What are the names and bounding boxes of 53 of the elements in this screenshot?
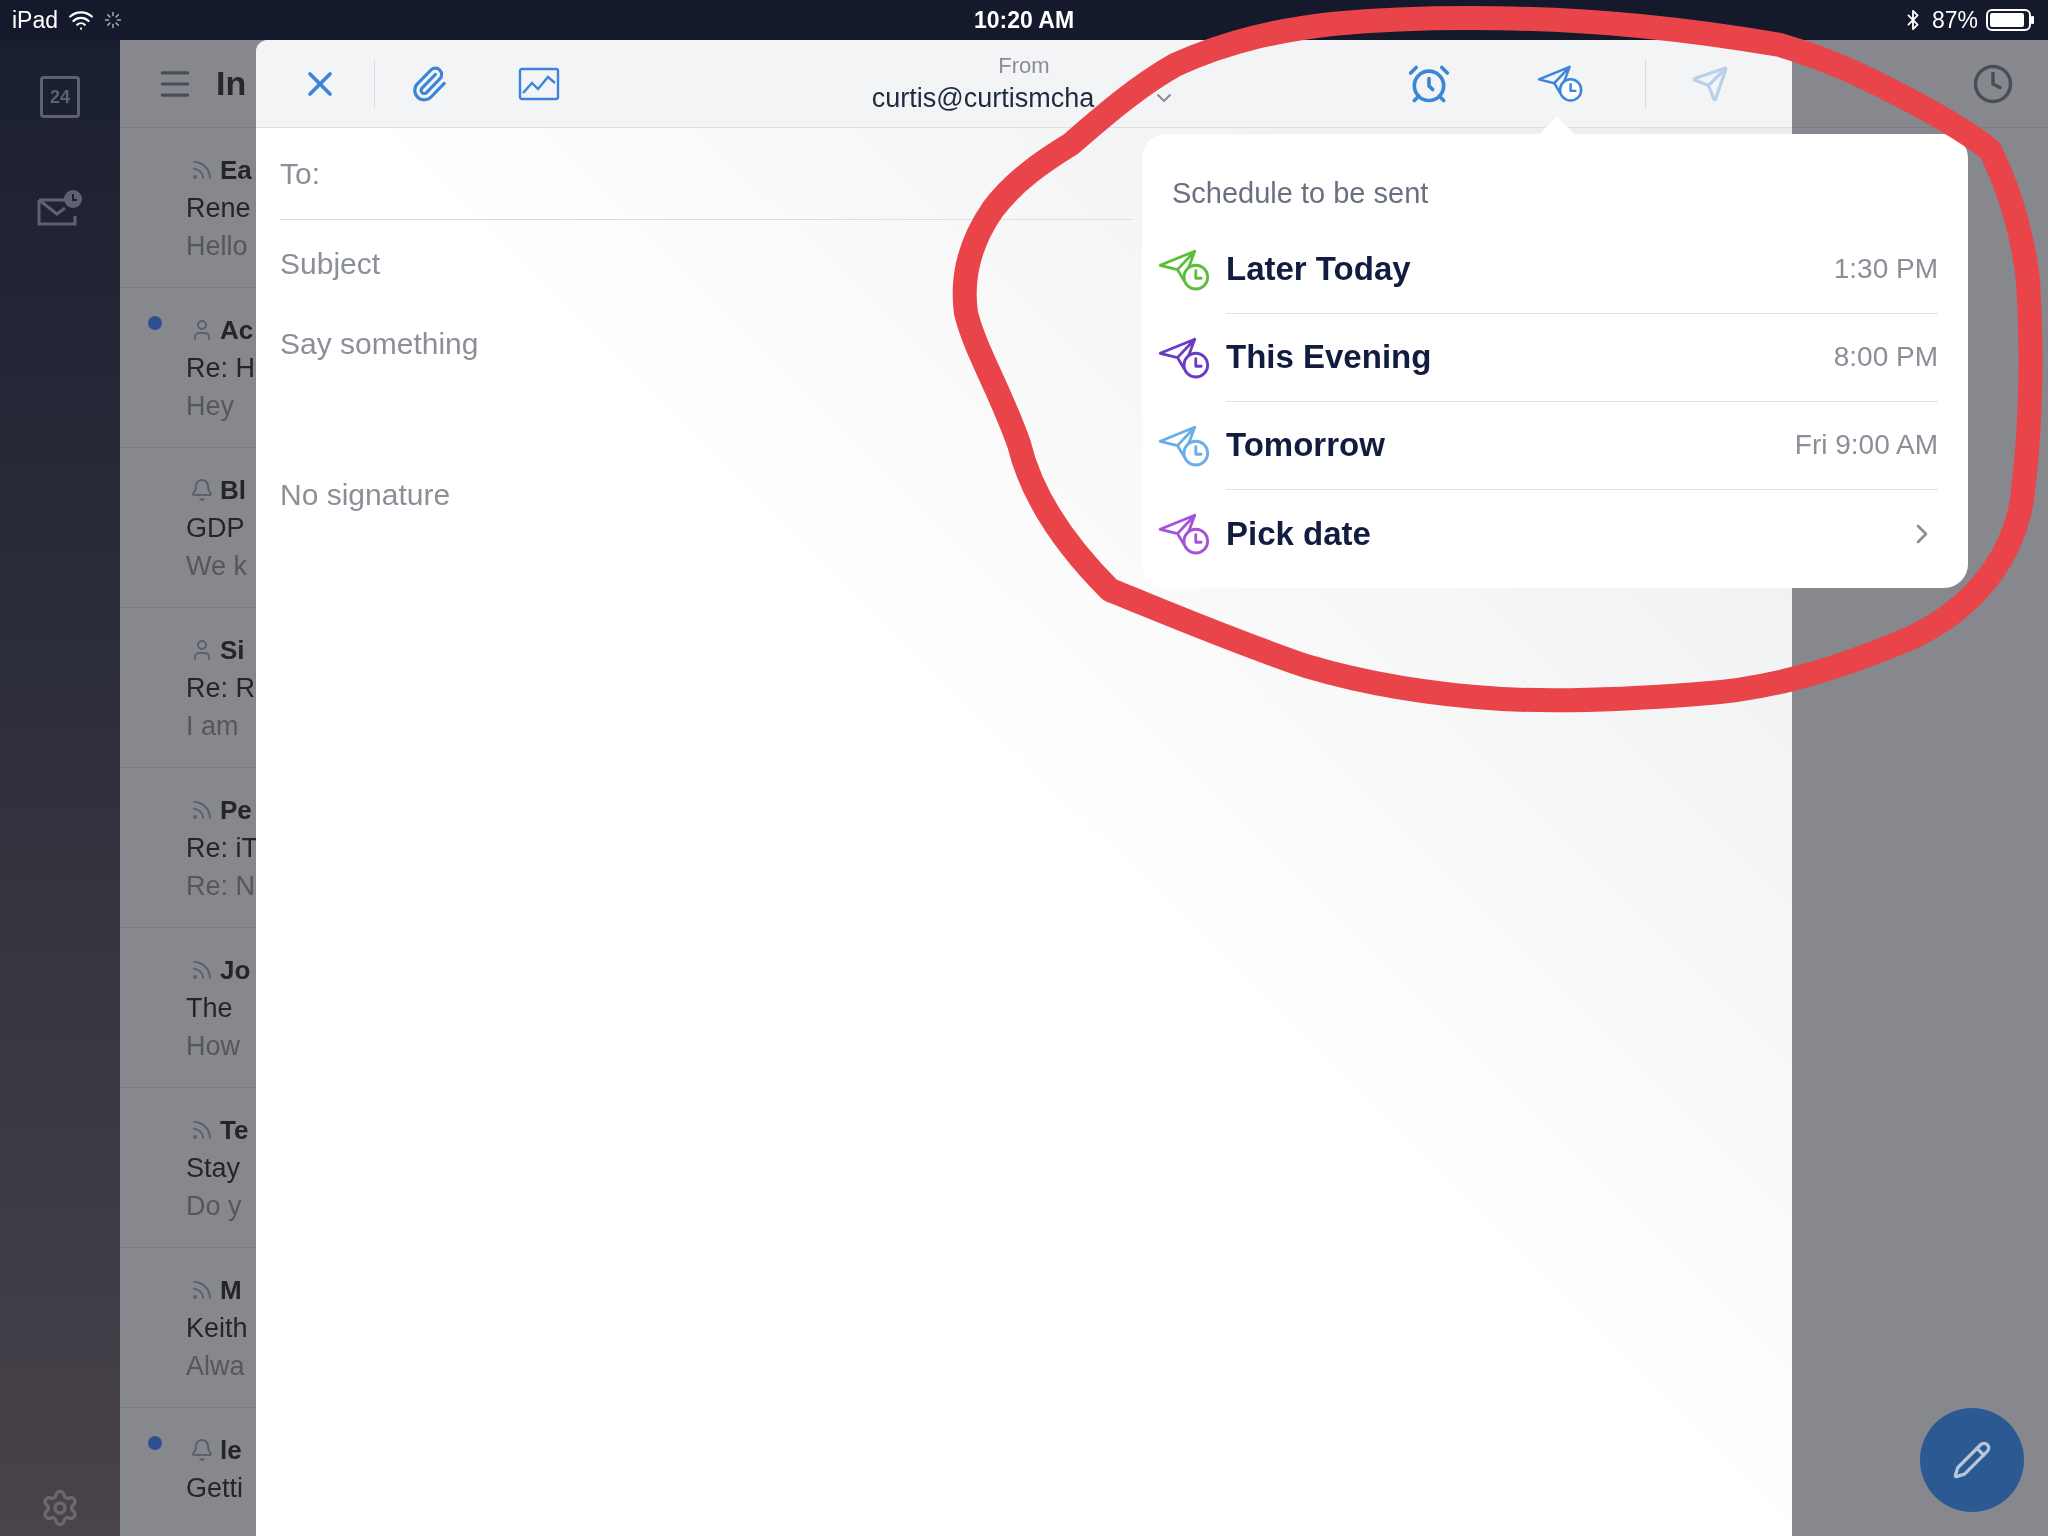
to-label: To:	[280, 156, 321, 192]
option-time: 1:30 PM	[1833, 252, 1938, 286]
message-subject: Rene	[186, 191, 252, 225]
option-label: Tomorrow	[1226, 425, 1386, 466]
message-subject: GDP	[186, 511, 246, 545]
battery-icon	[1986, 9, 2036, 31]
message-sender: le	[220, 1433, 242, 1467]
message-subject: Keith	[186, 1311, 249, 1345]
option-label: This Evening	[1226, 337, 1433, 378]
clock-icon[interactable]	[1972, 62, 2014, 105]
bell-icon	[190, 1437, 214, 1462]
send-clock-icon	[1537, 64, 1585, 103]
message-sender: Bl	[220, 473, 246, 507]
bell-icon	[190, 477, 214, 502]
message-sender: Ac	[220, 313, 254, 347]
battery-percent: 87%	[1931, 5, 1978, 35]
schedule-option[interactable]: Tomorrow Fri 9:00 AM	[1142, 401, 1968, 490]
message-sender: Te	[220, 1113, 249, 1147]
popover-title: Schedule to be sent	[1172, 176, 1430, 211]
message-sender: Jo	[220, 953, 251, 987]
message-subject: Re: H	[186, 351, 256, 385]
option-time: Fri 9:00 AM	[1794, 428, 1938, 462]
settings-icon[interactable]	[40, 1488, 80, 1528]
option-time: 8:00 PM	[1833, 340, 1938, 374]
schedule-option[interactable]: This Evening 8:00 PM	[1142, 313, 1968, 402]
option-label: Pick date	[1226, 513, 1372, 554]
message-body-field[interactable]: Say something	[280, 322, 1080, 452]
signature-text: No signature	[280, 477, 452, 513]
clock-time: 10:20 AM	[973, 5, 1075, 35]
schedule-option[interactable]: Later Today 1:30 PM	[1142, 225, 1968, 314]
chart-image-icon	[518, 66, 560, 101]
paperclip-icon	[410, 64, 448, 103]
message-subject: Re: R	[186, 671, 256, 705]
send-icon	[1691, 64, 1729, 103]
from-address[interactable]: curtis@curtismcha	[871, 79, 1095, 116]
subject-field[interactable]: Subject	[280, 234, 1080, 294]
message-sender: Si	[220, 633, 245, 667]
activity-icon	[104, 11, 123, 29]
scheduled-mail-icon[interactable]	[37, 188, 83, 228]
schedule-option[interactable]: Pick date	[1142, 489, 1968, 578]
message-sender: Ea	[220, 153, 252, 187]
message-subject: The	[186, 991, 234, 1025]
message-subject: Getti	[186, 1471, 245, 1505]
list-title: In	[216, 63, 247, 104]
from-label: From	[998, 51, 1050, 80]
message-sender: Pe	[220, 793, 252, 827]
device-name: iPad	[12, 5, 59, 35]
message-sender: M	[220, 1273, 242, 1307]
calendar-icon[interactable]: 24	[40, 76, 80, 118]
to-field[interactable]: To:	[280, 128, 1132, 220]
message-subject: Stay	[186, 1151, 242, 1185]
pencil-icon	[1952, 1440, 1992, 1480]
option-label: Later Today	[1226, 249, 1412, 290]
